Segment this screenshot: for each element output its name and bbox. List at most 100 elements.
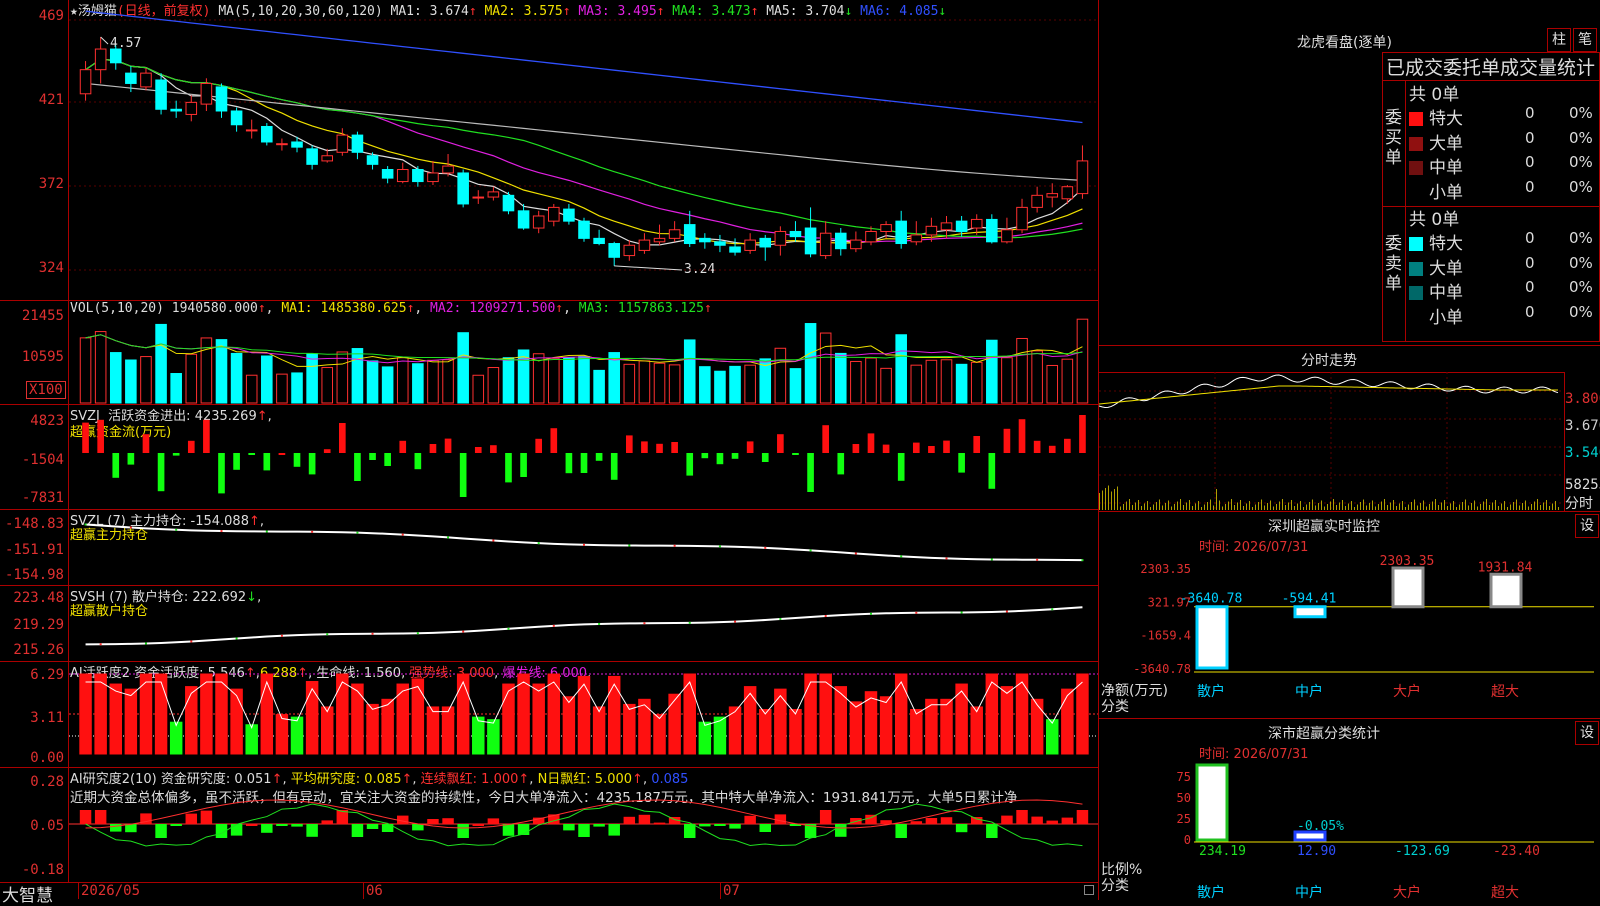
color-swatch — [1409, 161, 1423, 175]
volume-bar — [1061, 358, 1074, 404]
ai-active-bar — [638, 698, 651, 755]
ai-active-bar — [879, 696, 893, 755]
ai-research-bar — [291, 824, 303, 827]
svzj-bar — [716, 453, 724, 465]
order-row-pct: 0% — [1569, 104, 1593, 122]
ai-active-bar — [290, 716, 304, 755]
ai-research-bar — [487, 818, 500, 824]
fenshi-vol-bar — [1282, 499, 1283, 510]
fenshi-vol-bar — [1171, 506, 1172, 510]
candle-body — [940, 222, 953, 231]
ai-active-bar — [305, 681, 319, 755]
candle-body — [200, 82, 213, 105]
candle-body — [1061, 186, 1074, 200]
sz-monitor-panel[interactable]: 深圳超赢实时监控 设 时间: 2026/07/31 净额(万元) 分类 2303… — [1099, 511, 1600, 718]
ai-research-bar — [955, 824, 968, 833]
fenshi-vol-bar — [1417, 505, 1418, 510]
fenshi-vol-bar — [1465, 499, 1466, 510]
ss-bar — [1195, 763, 1229, 842]
fenshi-vol-bar — [1348, 503, 1349, 510]
candle-body — [94, 48, 107, 71]
fenshi-vol-bar — [1264, 505, 1265, 510]
svzj-bar — [912, 442, 920, 453]
fenshi-vol-bar — [1237, 502, 1238, 510]
volume-bar — [261, 355, 273, 404]
lock-icon[interactable] — [1084, 885, 1094, 895]
ai-active-bar — [668, 693, 681, 755]
fenshi-vol-bar — [1378, 504, 1379, 510]
volume-bar — [623, 363, 636, 404]
ai-active-bar — [713, 716, 727, 755]
svzj-pane[interactable]: SVZJ 活跃资金进出: 4235.269↑, 超赢资金流(万元) 4823 -… — [0, 405, 1098, 510]
fenshi-vol-bar — [1372, 500, 1373, 510]
volume-bar — [170, 373, 182, 404]
svzj-bar — [565, 453, 573, 474]
volume-bar — [412, 363, 424, 404]
candle-body — [261, 125, 273, 143]
order-row-count: 0 — [1525, 278, 1535, 296]
svzl-dot — [673, 544, 676, 547]
ai-research-pane[interactable]: AI研究度2(10) 资金研究度: 0.051↑, 平均研究度: 0.085↑,… — [0, 768, 1098, 882]
volume-bar — [925, 359, 938, 404]
main-chart-pane[interactable]: ★汤姆猫(日线，前复权) MA(5,10,20,30,60,120) MA1: … — [0, 0, 1098, 301]
order-row-pct: 0% — [1569, 302, 1593, 321]
ss-cat-label: 大户 — [1393, 884, 1421, 901]
fenshi-vol-bar — [1381, 501, 1382, 510]
sz-bar-label: -594.41 — [1282, 592, 1337, 607]
volume-bar — [381, 366, 394, 404]
fenshi-vol-bar — [1324, 506, 1325, 510]
svzj-bar — [459, 453, 467, 497]
fenshi-vol-bar — [1258, 502, 1259, 510]
ai-active-bar — [774, 688, 787, 755]
fenshi-vol-bar — [1393, 500, 1394, 510]
ai-active-pane[interactable]: AI活跃度2 资金活跃度: 5.546↑,6.288↑, 生命线: 1.560,… — [0, 662, 1098, 768]
ai-active-bar — [759, 708, 772, 755]
ai-active-bar — [789, 708, 802, 755]
fenshi-vol-bar — [1102, 490, 1103, 510]
volume-pane[interactable]: VOL(5,10,20) 1940580.000↑, MA1: 1485380.… — [0, 301, 1098, 405]
fenshi-vol-bar — [1150, 507, 1151, 510]
ai-research-bar — [261, 824, 273, 833]
volume-bar — [744, 364, 756, 404]
ai-research-bar — [895, 824, 907, 838]
ai-active-bar — [985, 673, 999, 755]
candlestick-chart[interactable] — [0, 0, 1098, 301]
fenshi-vol-bar — [1123, 504, 1124, 510]
order-row-label: 中单 — [1429, 283, 1463, 303]
ai-active-bar — [200, 673, 213, 755]
tick-mode-button[interactable]: 笔 — [1573, 28, 1597, 52]
ai-research-bar — [1001, 815, 1013, 824]
candle-body — [351, 134, 364, 153]
fenshi-vol-bar — [1126, 501, 1127, 510]
fenshi-vol-bar — [1513, 502, 1514, 510]
sz-cat-label: 大户 — [1393, 683, 1421, 700]
ai-research-bar — [110, 824, 122, 832]
fenshi-vol-bar — [1204, 504, 1205, 510]
svzj-bar — [474, 447, 482, 453]
fenshi-vol-bar — [1165, 503, 1166, 510]
fenshi-vol-bar — [1099, 493, 1100, 510]
ai-active-bars — [69, 673, 1098, 755]
ss-stats-panel[interactable]: 深市超赢分类统计 设 时间: 2026/07/31 比例% 分类 75 50 25 0… — [1099, 718, 1600, 901]
ss-bar-chart: 75 50 25 0 234.19 散户 12.90 中户 -0.05% -123.69 大户 -23… — [1177, 763, 1594, 901]
svsh-dot — [507, 627, 510, 630]
fenshi-vol-bar — [1504, 501, 1505, 510]
volume-bar — [396, 357, 409, 404]
bar-mode-button[interactable]: 柱 — [1547, 28, 1571, 52]
sz-tick: -1659.4 — [1140, 629, 1191, 643]
svzl-pane[interactable]: SVZL (7) 主力持仓: -154.088↑, 超赢主力持仓 -148.83… — [0, 510, 1098, 586]
svsh-pane[interactable]: SVSH (7) 散户持仓: 222.692↓, 超赢散户持仓 223.48 2… — [0, 586, 1098, 662]
svsh-dot — [235, 637, 238, 640]
svzj-bar — [187, 440, 195, 453]
ai-research-bar — [1076, 810, 1089, 824]
volume-bar — [683, 339, 696, 404]
candle-body — [729, 246, 741, 253]
svsh-dot — [462, 630, 465, 633]
fenshi-vol-bar — [1330, 501, 1331, 510]
ai-research-bar — [155, 824, 167, 838]
fenshi-vol-bar — [1411, 502, 1412, 510]
fenshi-vol-bar — [1342, 500, 1343, 510]
fenshi-panel[interactable]: 分时走势 3.800 3.670 3.540 58253 分时 — [1099, 345, 1600, 512]
ai-research-bar — [593, 824, 605, 827]
svsh-dot — [371, 632, 374, 635]
